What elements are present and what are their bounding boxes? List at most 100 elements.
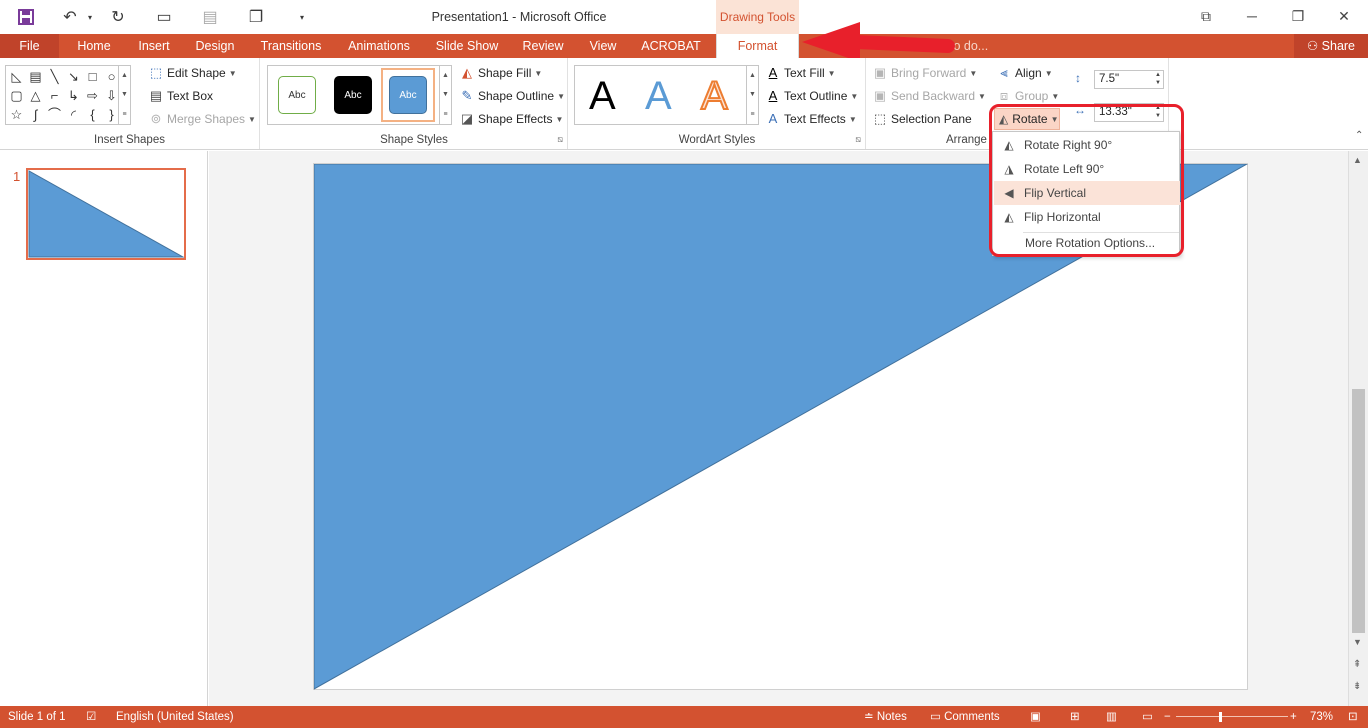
paint-bucket-icon: ◭ [462, 65, 472, 80]
shapes-gallery[interactable]: ◺ ▤ ╲ ↘ □ ○ ▢ △ ⌐ ↳ ⇨ ⇩ ☆ ∫ ⌒ ◜ { } ▲ ▼ ≡ [5, 65, 131, 125]
previous-slide-icon[interactable]: ⇞ [1353, 659, 1361, 670]
next-slide-icon[interactable]: ⇟ [1353, 681, 1361, 692]
shape-height-value: 7.5" [1099, 73, 1120, 85]
group-label: Group [1015, 89, 1049, 103]
rectangle-icon[interactable]: □ [85, 69, 100, 84]
slide-thumbnail[interactable] [26, 168, 186, 260]
tab-view[interactable]: View [580, 34, 626, 58]
tab-animations[interactable]: Animations [338, 34, 420, 58]
spelling-icon[interactable]: ☑ [86, 706, 96, 728]
wordart-blue[interactable]: A [645, 74, 672, 119]
down-arrow-icon[interactable]: ⇩ [104, 88, 119, 103]
tab-acrobat[interactable]: ACROBAT [634, 34, 708, 58]
shape-style-blue[interactable]: Abc [389, 76, 427, 114]
scroll-thumb[interactable] [1352, 389, 1365, 633]
scroll-down-icon[interactable]: ▼ [1353, 637, 1362, 647]
tab-review[interactable]: Review [514, 34, 572, 58]
elbow-arrow-icon[interactable]: ↳ [66, 88, 81, 103]
shape-styles-scroll[interactable]: ▲ ▼ ≡ [439, 66, 451, 124]
tab-format[interactable]: Format [716, 34, 799, 58]
left-brace-icon[interactable]: { [85, 107, 100, 122]
tab-design[interactable]: Design [186, 34, 244, 58]
shape-fill-label: Shape Fill [478, 66, 532, 80]
language-status[interactable]: English (United States) [116, 706, 234, 728]
comments-button[interactable]: ▭ Comments [930, 706, 1000, 728]
merge-shapes-label: Merge Shapes [167, 112, 246, 126]
share-button[interactable]: ⚇ Share [1294, 34, 1368, 58]
tab-transitions[interactable]: Transitions [252, 34, 330, 58]
tab-slide-show[interactable]: Slide Show [428, 34, 506, 58]
elbow-connector-icon[interactable]: ⌐ [47, 88, 62, 103]
shape-style-dark[interactable]: Abc [334, 76, 372, 114]
wordart-orange-outline[interactable]: A [700, 73, 729, 119]
group-label-wordart-styles: WordArt Styles [678, 134, 756, 146]
share-label: Share [1321, 39, 1356, 53]
send-backward-button[interactable]: ▣ Send Backward ▼ [872, 86, 986, 106]
slideshow-view-icon[interactable]: ▭ [1142, 706, 1153, 728]
curve-icon[interactable]: ⌒ [47, 107, 62, 122]
fit-slide-icon[interactable]: ⊡ [1348, 706, 1358, 728]
restore-button[interactable]: ❐ [1278, 4, 1318, 28]
edit-shape-label: Edit Shape [167, 66, 226, 80]
notes-button[interactable]: ≐ Notes [864, 706, 907, 728]
tab-home[interactable]: Home [66, 34, 122, 58]
textbox-shape-icon[interactable]: ▤ [28, 69, 43, 84]
shape-styles-launcher-icon[interactable]: ⧅ [557, 134, 563, 145]
line-shape-icon[interactable]: ◺ [9, 69, 24, 84]
close-button[interactable]: ✕ [1324, 4, 1364, 28]
align-button[interactable]: ⫷ Align ▼ [996, 63, 1052, 83]
zoom-slider-thumb[interactable] [1219, 712, 1222, 722]
arrow-line-icon[interactable]: ↘ [66, 69, 81, 84]
shape-styles-gallery[interactable]: Abc Abc Abc ▲ ▼ ≡ [267, 65, 452, 125]
scroll-up-icon[interactable]: ▲ [1353, 155, 1362, 165]
zoom-level[interactable]: 73% [1310, 706, 1333, 728]
bring-forward-button[interactable]: ▣ Bring Forward ▼ [872, 63, 977, 83]
slide-sorter-icon[interactable]: ⊞ [1070, 706, 1080, 728]
zoom-in-icon[interactable]: + [1290, 706, 1297, 728]
tab-insert[interactable]: Insert [126, 34, 182, 58]
collapse-ribbon-icon[interactable]: ⌃ [1355, 130, 1363, 141]
zoom-slider[interactable] [1176, 716, 1288, 717]
selection-pane-button[interactable]: ⬚ Selection Pane [872, 109, 972, 129]
text-fill-button[interactable]: A Text Fill ▼ [765, 63, 836, 83]
ribbon-display-options-icon[interactable]: ⧉ [1186, 4, 1226, 28]
minimize-button[interactable]: ─ [1232, 4, 1272, 28]
arc-icon[interactable]: ◜ [66, 107, 81, 122]
right-brace-icon[interactable]: } [104, 107, 119, 122]
shape-outline-button[interactable]: ✎ Shape Outline ▼ [459, 86, 565, 106]
text-effects-button[interactable]: A Text Effects ▼ [765, 109, 857, 129]
vertical-scrollbar[interactable]: ▲ ▼ ⇞ ⇟ [1348, 151, 1368, 706]
shape-effects-button[interactable]: ◪ Shape Effects ▼ [459, 109, 564, 129]
text-fill-icon: A [768, 65, 778, 80]
wordart-scroll[interactable]: ▲ ▼ ≡ [746, 66, 758, 124]
star-icon[interactable]: ☆ [9, 107, 24, 122]
wordart-black[interactable]: A [589, 74, 616, 119]
shape-fill-button[interactable]: ◭ Shape Fill ▼ [459, 63, 542, 83]
height-spinner-icon[interactable]: ▲ ▼ [1155, 71, 1161, 87]
selection-pane-label: Selection Pane [891, 112, 972, 126]
reading-view-icon[interactable]: ▥ [1106, 706, 1117, 728]
block-arrow-icon[interactable]: ⇨ [85, 88, 100, 103]
normal-view-icon[interactable]: ▣ [1030, 706, 1041, 728]
shape-style-outline[interactable]: Abc [278, 76, 316, 114]
triangle-icon[interactable]: △ [28, 88, 43, 103]
wordart-gallery[interactable]: A A A ▲ ▼ ≡ [574, 65, 759, 125]
rounded-rectangle-icon[interactable]: ▢ [9, 88, 24, 103]
notes-label: Notes [876, 711, 907, 723]
tab-file[interactable]: File [0, 34, 59, 58]
shapes-gallery-scroll[interactable]: ▲ ▼ ≡ [118, 66, 130, 124]
slide-thumbnail-pane: 1 [0, 151, 208, 706]
wordart-launcher-icon[interactable]: ⧅ [855, 134, 861, 145]
group-button[interactable]: ⧈ Group ▼ [996, 86, 1059, 106]
freeform-icon[interactable]: ∫ [28, 107, 43, 122]
text-outline-button[interactable]: A Text Outline ▼ [765, 86, 859, 106]
title-bar: ↶ ▾ ↻ ▭ ▤ ❐ ▾ Presentation1 - Microsoft … [0, 0, 1368, 34]
oval-icon[interactable]: ○ [104, 69, 119, 84]
line-icon[interactable]: ╲ [47, 69, 62, 84]
text-box-button[interactable]: ▤ Text Box [148, 86, 213, 106]
edit-shape-button[interactable]: ⬚ Edit Shape ▼ [148, 63, 237, 83]
shape-height-field[interactable]: 7.5" ▲ ▼ [1094, 70, 1164, 89]
slide-number: 1 [13, 169, 21, 184]
merge-shapes-button[interactable]: ⊚ Merge Shapes ▼ [148, 109, 256, 129]
zoom-out-icon[interactable]: − [1164, 706, 1171, 728]
